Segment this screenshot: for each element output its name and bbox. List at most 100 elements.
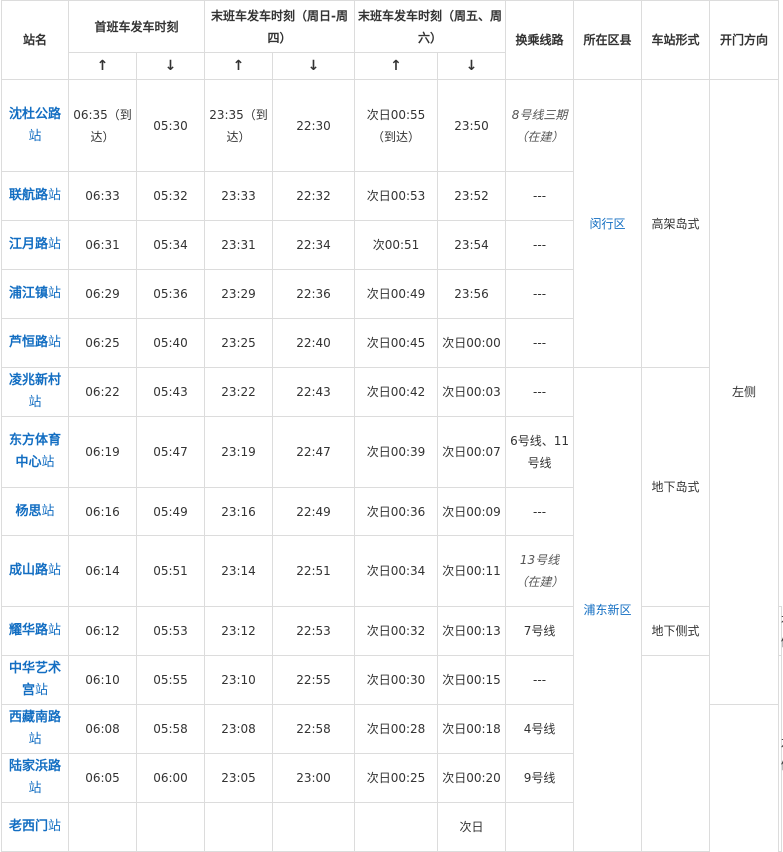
station-link[interactable]: 老西门 (9, 819, 48, 834)
weekend-up-time: 次00:51 (354, 220, 439, 270)
station-name-cell[interactable]: 沈杜公路站 (1, 79, 69, 172)
transfer-cell (505, 802, 575, 852)
timetable: 站名 首班车发车时刻 末班车发车时刻（周日-周四） 末班车发车时刻（周五、周六）… (1, 0, 783, 852)
first-down-time: 05:34 (135, 220, 206, 270)
weekday-down-time: 22:49 (272, 487, 356, 536)
weekend-up-time: 次日00:49 (354, 269, 439, 319)
weekend-up-time: 次日00:45 (354, 318, 439, 368)
first-down-time: 05:40 (135, 318, 206, 368)
weekend-up-time: 次日00:32 (354, 606, 439, 656)
weekend-up-time: 次日00:55（到达） (354, 79, 439, 172)
weekday-up-time: 23:35（到达） (204, 79, 274, 172)
weekend-up-time (354, 802, 439, 852)
door-side-left: 左侧 (709, 79, 780, 705)
up-arrow-icon: ↑ (354, 52, 439, 80)
down-arrow-icon: ↓ (272, 52, 356, 80)
weekday-up-time: 23:19 (204, 416, 274, 488)
station-link[interactable]: 凌兆新村 (9, 373, 61, 388)
station-suffix: 站 (48, 623, 62, 638)
weekend-down-time: 23:50 (437, 79, 507, 172)
weekend-up-time: 次日00:25 (354, 753, 439, 803)
station-link[interactable]: 杨思 (15, 504, 41, 519)
weekend-down-time: 次日00:20 (437, 753, 507, 803)
transfer-cell: 13号线（在建） (505, 535, 575, 607)
station-name-cell[interactable]: 江月路站 (1, 220, 69, 270)
down-arrow-icon: ↓ (437, 52, 507, 80)
station-name-cell[interactable]: 联航路站 (1, 171, 69, 221)
transfer-cell: 4号线 (505, 704, 575, 754)
table-row: 沈杜公路站 06:35（到达） 05:30 23:35（到达） 22:30 次日… (1, 79, 782, 705)
station-name-cell[interactable]: 耀华路站 (1, 606, 69, 656)
first-up-time: 06:14 (68, 535, 137, 607)
transfer-cell: 6号线、11号线 (505, 416, 575, 488)
station-link[interactable]: 耀华路 (9, 623, 48, 638)
first-down-time: 05:51 (135, 535, 206, 607)
weekend-down-time: 23:56 (437, 269, 507, 319)
weekday-down-time: 22:43 (272, 367, 356, 417)
station-suffix: 站 (28, 395, 42, 410)
first-down-time: 05:47 (135, 416, 206, 488)
first-up-time: 06:12 (68, 606, 137, 656)
first-down-time: 05:58 (135, 704, 206, 754)
station-name-cell[interactable]: 成山路站 (1, 535, 69, 607)
weekend-up-time: 次日00:42 (354, 367, 439, 417)
transfer-cell: 7号线 (505, 606, 575, 656)
weekday-up-time: 23:10 (204, 655, 274, 705)
station-link[interactable]: 沈杜公路 (9, 107, 61, 122)
table-row: 中华艺术宫站 06:10 05:55 23:10 22:55 次日00:30 次… (1, 655, 783, 852)
weekend-down-time: 次日00:03 (437, 367, 507, 417)
weekday-down-time: 22:32 (272, 171, 356, 221)
weekday-up-time: 23:16 (204, 487, 274, 536)
station-link[interactable]: 成山路 (9, 563, 48, 578)
first-up-time: 06:31 (68, 220, 137, 270)
header-transfer: 换乘线路 (505, 0, 575, 80)
district-pudong[interactable]: 浦东新区 (573, 367, 643, 852)
weekday-up-time: 23:31 (204, 220, 274, 270)
first-down-time: 05:53 (135, 606, 206, 656)
station-link[interactable]: 江月路 (9, 237, 48, 252)
header-district: 所在区县 (573, 0, 643, 80)
station-name-cell[interactable]: 凌兆新村站 (1, 367, 69, 417)
header-station-form: 车站形式 (641, 0, 711, 80)
station-link[interactable]: 陆家浜路 (9, 759, 61, 774)
weekday-down-time: 22:55 (272, 655, 356, 705)
weekday-down-time (272, 802, 356, 852)
station-suffix: 站 (35, 683, 49, 698)
station-link[interactable]: 西藏南路 (9, 710, 61, 725)
station-link[interactable]: 浦江镇 (9, 286, 48, 301)
station-link[interactable]: 联航路 (9, 188, 48, 203)
transfer-cell: --- (505, 220, 575, 270)
weekday-up-time: 23:33 (204, 171, 274, 221)
weekday-down-time: 22:53 (272, 606, 356, 656)
station-name-cell[interactable]: 芦恒路站 (1, 318, 69, 368)
station-suffix: 站 (48, 335, 62, 350)
first-up-time: 06:33 (68, 171, 137, 221)
weekend-down-time: 23:52 (437, 171, 507, 221)
station-name-cell[interactable]: 中华艺术宫站 (1, 655, 69, 705)
district-minhang[interactable]: 闵行区 (573, 79, 643, 368)
first-down-time: 06:00 (135, 753, 206, 803)
weekend-down-time: 次日 (437, 802, 507, 852)
station-name-cell[interactable]: 浦江镇站 (1, 269, 69, 319)
station-suffix: 站 (48, 188, 62, 203)
station-name-cell[interactable]: 老西门站 (1, 802, 69, 852)
down-arrow-icon: ↓ (135, 52, 206, 80)
transfer-cell: --- (505, 487, 575, 536)
weekday-up-time: 23:22 (204, 367, 274, 417)
weekend-up-time: 次日00:36 (354, 487, 439, 536)
station-link[interactable]: 芦恒路 (9, 335, 48, 350)
weekday-down-time: 22:40 (272, 318, 356, 368)
weekday-down-time: 22:36 (272, 269, 356, 319)
station-form-underground-side: 地下侧式 (641, 606, 711, 656)
station-name-cell[interactable]: 杨思站 (1, 487, 69, 536)
header-station: 站名 (1, 0, 69, 80)
weekend-up-time: 次日00:53 (354, 171, 439, 221)
weekend-down-time: 次日00:07 (437, 416, 507, 488)
first-down-time: 05:32 (135, 171, 206, 221)
first-up-time: 06:19 (68, 416, 137, 488)
transfer-cell: --- (505, 655, 575, 705)
first-down-time: 05:36 (135, 269, 206, 319)
station-name-cell[interactable]: 西藏南路站 (1, 704, 69, 754)
station-name-cell[interactable]: 陆家浜路站 (1, 753, 69, 803)
station-name-cell[interactable]: 东方体育中心站 (1, 416, 69, 488)
